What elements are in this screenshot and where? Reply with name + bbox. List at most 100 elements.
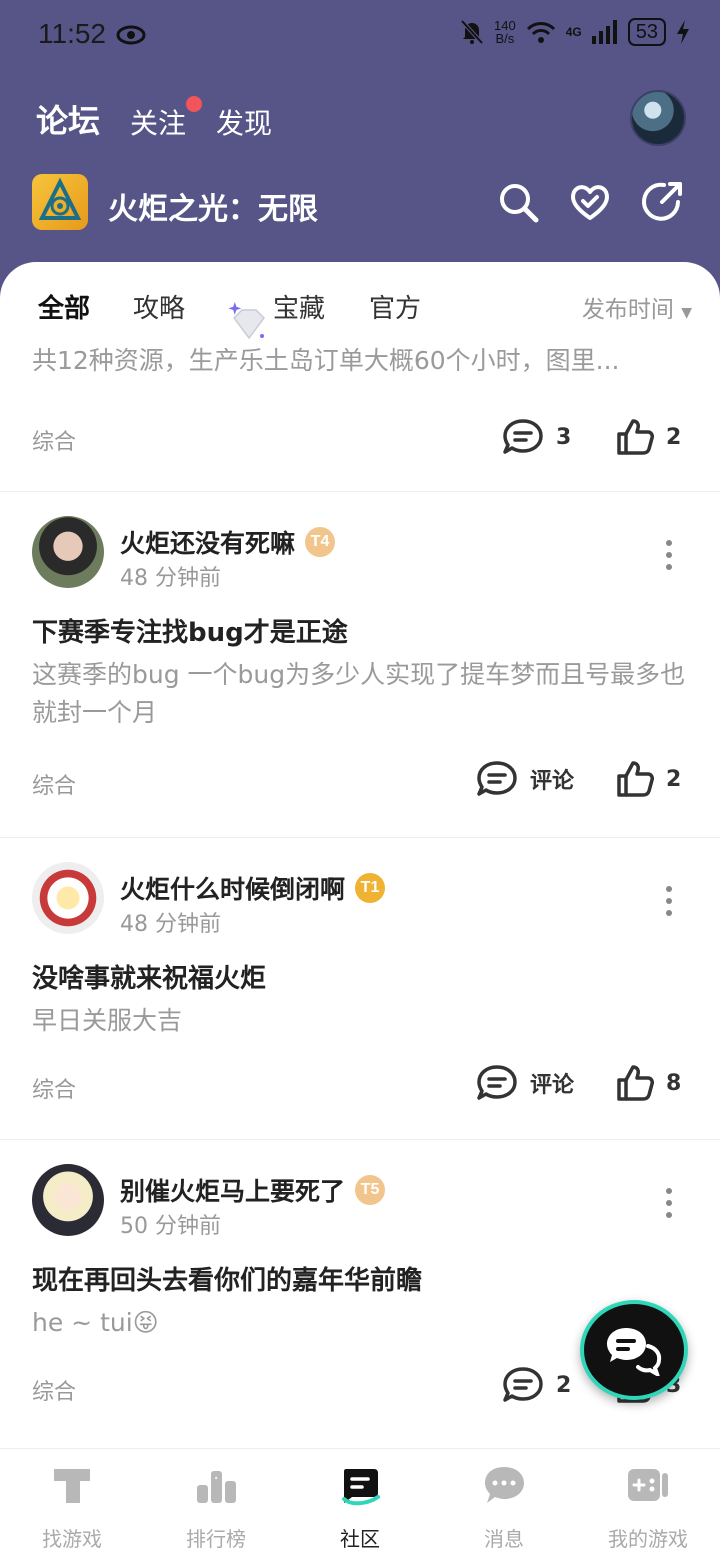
eye-icon	[116, 25, 146, 45]
comment-icon	[477, 761, 517, 796]
post-card-partial[interactable]: 共12种资源，生产乐土岛订单大概60个小时，图里... 综合 3 2	[0, 332, 720, 492]
app-header: 11:52 140 B/s 4G 53 论坛 关注 发现 火炬之光：无限	[0, 0, 720, 300]
filter-tab-all[interactable]: 全部	[38, 288, 91, 325]
filter-tabs: 全部 攻略 宝藏 官方 发布时间 ▼	[0, 282, 720, 340]
comment-label: 评论	[530, 769, 575, 794]
post-author-avatar[interactable]	[32, 516, 104, 588]
post-time: 48 分钟前	[120, 912, 221, 937]
tab-discover-label: 发现	[216, 107, 273, 140]
filter-tab-treasure[interactable]: 宝藏	[273, 288, 325, 325]
thumbs-up-icon	[617, 419, 654, 455]
more-options-icon[interactable]	[666, 1188, 674, 1224]
level-badge: T1	[355, 873, 386, 903]
comment-count: 3	[556, 424, 572, 450]
post-author[interactable]: 别催火炬马上要死了 T5	[120, 1172, 386, 1208]
battery-level: 53	[627, 18, 666, 46]
nav-my-games[interactable]: 我的游戏	[576, 1463, 720, 1552]
tab-discover[interactable]: 发现	[216, 102, 272, 142]
my-games-icon	[628, 1469, 668, 1501]
post-author-name: 火炬还没有死嘛	[120, 529, 296, 558]
comment-button[interactable]: 评论	[476, 1064, 574, 1102]
comment-icon	[503, 1367, 543, 1402]
comment-count: 2	[556, 1372, 572, 1398]
post-title: 没啥事就来祝福火炬	[32, 964, 267, 994]
tab-forum[interactable]: 论坛	[33, 96, 103, 144]
post-author[interactable]: 火炬还没有死嘛 T4	[120, 524, 336, 560]
message-icon	[485, 1467, 524, 1503]
find-game-icon	[54, 1469, 90, 1503]
network-type: 4G	[565, 25, 582, 39]
community-icon	[342, 1469, 380, 1506]
heart-check-icon[interactable]	[568, 180, 612, 224]
like-button[interactable]: 8	[616, 1064, 681, 1102]
post-title: 下赛季专注找bug才是正途	[32, 618, 348, 648]
post-card[interactable]: 别催火炬马上要死了 T5 50 分钟前 现在再回头去看你们的嘉年华前瞻 he ~…	[0, 1140, 720, 1448]
post-author-avatar[interactable]	[32, 1164, 104, 1236]
net-speed: 140 B/s	[494, 19, 516, 45]
comment-icon	[503, 419, 543, 454]
net-speed-unit: B/s	[495, 31, 515, 46]
comment-icon	[477, 1065, 517, 1100]
like-count: 2	[666, 424, 682, 450]
floating-chat-button[interactable]	[580, 1300, 688, 1400]
sort-select[interactable]: 发布时间 ▼	[582, 290, 692, 324]
signal-icon	[591, 20, 617, 44]
post-card[interactable]: 火炬还没有死嘛 T4 48 分钟前 下赛季专注找bug才是正途 这赛季的bug …	[0, 492, 720, 838]
nav-find-game[interactable]: 找游戏	[0, 1463, 144, 1552]
nav-find-game-label: 找游戏	[42, 1527, 102, 1551]
tab-follow[interactable]: 关注	[130, 96, 203, 142]
filter-tab-guide[interactable]: 攻略	[133, 288, 185, 325]
comment-label: 评论	[530, 1073, 575, 1098]
post-category: 综合	[32, 430, 77, 455]
game-icon[interactable]	[32, 174, 88, 230]
sort-label: 发布时间	[581, 297, 674, 323]
post-author-name: 火炬什么时候倒闭啊	[120, 875, 346, 904]
game-actions	[496, 180, 684, 224]
post-time: 50 分钟前	[120, 1214, 221, 1239]
nav-message-label: 消息	[484, 1527, 524, 1551]
share-icon[interactable]	[640, 180, 684, 224]
level-badge: T4	[305, 527, 336, 557]
nav-community-label: 社区	[340, 1527, 380, 1551]
top-tabs: 论坛 关注 发现	[33, 96, 302, 144]
post-body: 早日关服大吉	[32, 1006, 183, 1035]
comment-button[interactable]: 3	[502, 418, 571, 456]
post-category: 综合	[32, 1380, 77, 1405]
nav-ranking-label: 排行榜	[186, 1527, 246, 1551]
status-bar: 11:52 140 B/s 4G 53	[0, 0, 720, 72]
status-icons: 140 B/s 4G 53	[460, 18, 690, 46]
caret-down-icon: ▼	[681, 305, 692, 321]
ranking-icon	[197, 1471, 236, 1503]
comment-button[interactable]: 评论	[476, 760, 574, 798]
nav-my-games-label: 我的游戏	[608, 1527, 688, 1551]
game-name: 火炬之光：无限	[108, 192, 318, 227]
nav-ranking[interactable]: 排行榜	[144, 1463, 288, 1552]
post-title: 现在再回头去看你们的嘉年华前瞻	[32, 1266, 423, 1296]
status-time: 11:52	[38, 18, 106, 49]
more-options-icon[interactable]	[666, 886, 674, 922]
chat-bubbles-icon	[607, 1328, 662, 1376]
wifi-icon	[526, 22, 555, 43]
more-options-icon[interactable]	[666, 540, 674, 576]
notification-dot	[186, 96, 203, 112]
comment-button[interactable]: 2	[502, 1366, 571, 1404]
thumbs-up-icon	[617, 1065, 654, 1101]
post-card[interactable]: 火炬什么时候倒闭啊 T1 48 分钟前 没啥事就来祝福火炬 早日关服大吉 综合 …	[0, 838, 720, 1140]
nav-message[interactable]: 消息	[432, 1463, 576, 1552]
thumbs-up-icon	[617, 761, 654, 797]
user-avatar[interactable]	[630, 90, 686, 146]
like-button[interactable]: 2	[616, 760, 681, 798]
like-button[interactable]: 2	[616, 418, 681, 456]
like-count: 2	[666, 766, 682, 792]
post-time: 48 分钟前	[120, 566, 221, 591]
tab-forum-label: 论坛	[36, 102, 101, 140]
tab-follow-label: 关注	[130, 107, 187, 140]
bottom-nav: 找游戏 排行榜 社区 消息 我的游戏	[0, 1448, 720, 1560]
mute-bell-icon	[460, 19, 484, 45]
search-icon[interactable]	[496, 180, 540, 224]
post-author-avatar[interactable]	[32, 862, 104, 934]
post-author[interactable]: 火炬什么时候倒闭啊 T1	[120, 870, 386, 906]
filter-tab-official[interactable]: 官方	[369, 288, 421, 325]
nav-community[interactable]: 社区	[288, 1463, 432, 1552]
charging-icon	[677, 20, 689, 44]
